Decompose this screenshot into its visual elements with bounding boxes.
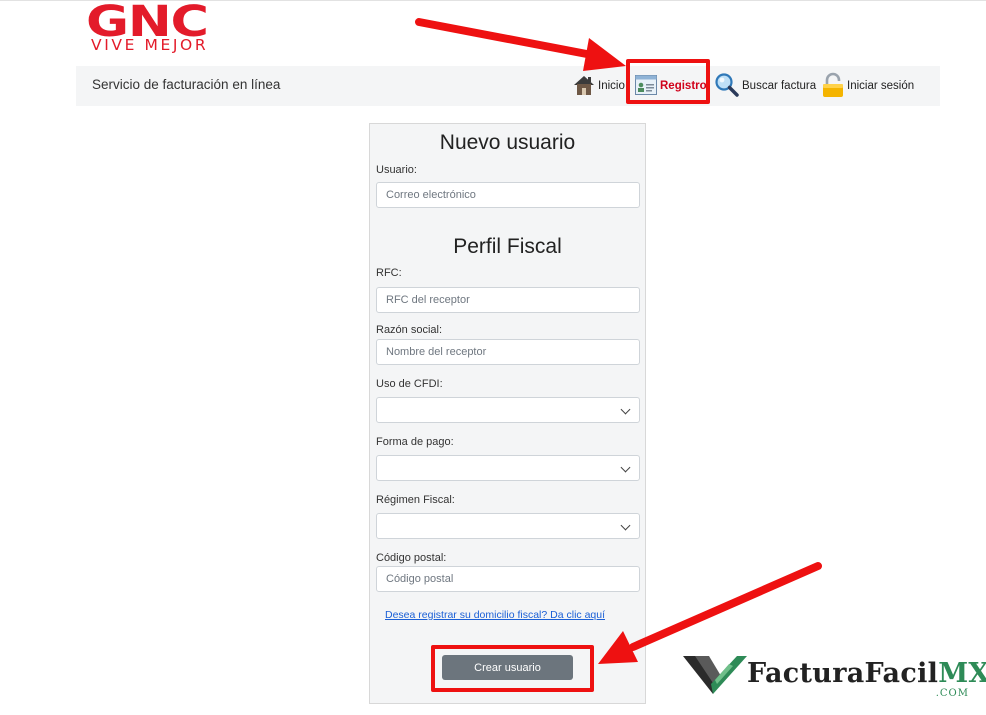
top-navbar: Servicio de facturación en línea Inicio [76,66,940,106]
form-title: Nuevo usuario [439,131,576,154]
domicilio-fiscal-link[interactable]: Desea registrar su domicilio fiscal? Da … [385,609,605,621]
regimen-fiscal-select[interactable] [376,513,640,539]
logo-tagline: VIVE MEJOR [91,36,209,54]
watermark-text: FacturaFacilMX [747,658,986,689]
padlock-icon [821,72,845,101]
nav-item-label: Inicio [598,80,625,92]
watermark-suffix: MX [938,658,986,689]
codigo-postal-field[interactable] [376,566,640,592]
home-icon [572,73,596,100]
regimen-fiscal-label: Régimen Fiscal: [376,494,455,506]
codigo-postal-label: Código postal: [376,552,447,564]
facturafacil-watermark: FacturaFacilMX .COM [683,652,986,704]
magnifier-icon [714,72,740,101]
arrow-to-button-shaft [629,562,822,651]
chevron-down-icon [620,462,631,473]
email-field[interactable] [376,182,640,208]
razon-social-label: Razón social: [376,324,443,336]
arrow-to-registro-shaft [415,18,596,59]
uso-cfdi-label: Uso de CFDI: [376,378,443,390]
forma-pago-select[interactable] [376,455,640,481]
registration-form: Nuevo usuario Usuario: Perfil Fiscal RFC… [369,123,646,704]
fiscal-profile-title: Perfil Fiscal [453,235,562,258]
nav-item-label: Iniciar sesión [847,80,915,92]
gnc-logo[interactable]: GNC VIVE MEJOR [86,0,246,56]
chevron-down-icon [620,404,631,415]
nav-item-label: Buscar factura [742,80,817,92]
crear-usuario-highlight-box [431,645,594,692]
nav-item-iniciar-sesion[interactable]: Iniciar sesión [821,72,914,100]
usuario-label: Usuario: [376,164,417,176]
forma-pago-label: Forma de pago: [376,436,454,448]
uso-cfdi-select[interactable] [376,397,640,423]
razon-social-field[interactable] [376,339,640,365]
chevron-down-icon [620,520,631,531]
navbar-brand[interactable]: Servicio de facturación en línea [92,66,280,104]
facturafacil-logo-icon [683,656,747,694]
registro-highlight-box [626,59,710,104]
watermark-domain: .COM [935,688,969,699]
rfc-field[interactable] [376,287,640,313]
watermark-name: FacturaFacil [747,658,939,689]
rfc-label: RFC: [376,267,402,279]
nav-item-inicio[interactable]: Inicio [572,72,625,100]
nav-item-buscar-factura[interactable]: Buscar factura [714,72,816,100]
